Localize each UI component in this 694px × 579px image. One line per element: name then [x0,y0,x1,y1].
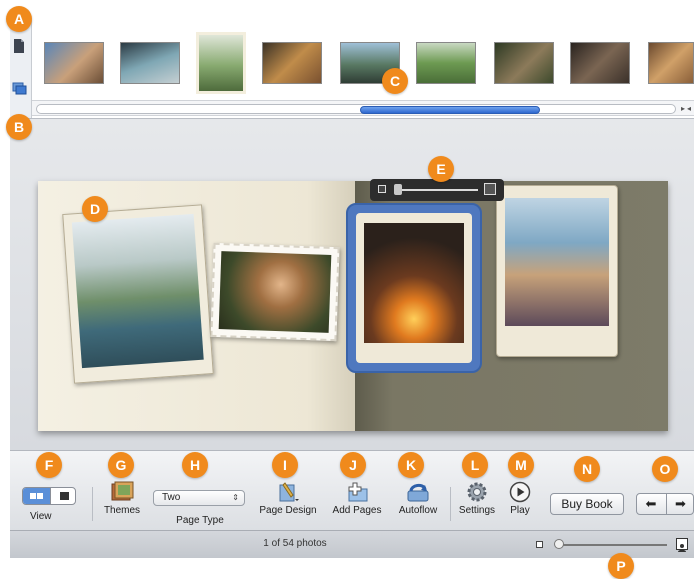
thumb-wood-deck[interactable] [570,42,630,84]
arrow-right-icon[interactable]: ➡ [666,494,693,514]
book-canvas [10,118,694,450]
scroll-thumb[interactable] [360,106,540,114]
settings-button[interactable]: Settings [456,481,498,516]
callout-h: H [182,452,208,478]
buy-book-button[interactable]: Buy Book [550,493,624,515]
add-pages-button[interactable]: Add Pages [328,481,386,516]
thumb-picnic-table[interactable] [494,42,554,84]
toolbar-divider [92,487,93,521]
page-type-select[interactable]: Two ⇕ [153,490,245,506]
autoflow-icon [407,483,429,502]
portrait-photo[interactable] [210,242,340,342]
browser-scrollbar[interactable]: ▸ ◂ [32,100,694,116]
thumb-field-game[interactable] [416,42,476,84]
play-icon [509,481,531,503]
callout-p: P [608,553,634,579]
callout-j: J [340,452,366,478]
toolbar-divider [450,487,451,521]
callout-c: C [382,68,408,94]
page-type-control: Page Type [176,515,224,526]
themes-icon [111,481,134,501]
callout-d: D [82,196,108,222]
large-zoom-icon [676,538,688,552]
cheering-friends-photo[interactable] [496,185,618,357]
photo-stack-icon[interactable] [12,82,30,100]
thumb-rope-swing[interactable] [196,32,246,94]
thumb-boat-dock[interactable] [120,42,180,84]
photo-zoom-popover [370,179,504,201]
view-label: View [30,511,52,522]
callout-a: A [6,6,32,32]
select-arrows-icon: ⇕ [232,493,239,502]
photo-zoom-track[interactable] [394,189,478,191]
thumb-friends-group[interactable] [44,42,104,84]
themes-button[interactable]: Themes [102,481,142,516]
thumbnail-strip [44,32,694,94]
small-photo-icon [378,185,386,193]
photo-zoom-knob[interactable] [394,184,402,195]
small-zoom-icon [536,541,543,548]
add-pages-icon [348,482,368,502]
callout-i: I [272,452,298,478]
view-single-button[interactable] [50,488,75,504]
gear-icon [467,482,487,502]
zoom-slider-knob[interactable] [554,539,564,549]
callout-n: N [574,456,600,482]
large-photo-icon [484,183,496,195]
document-icon[interactable] [12,38,30,56]
scroll-track[interactable] [36,104,676,114]
view-control: View [30,509,52,522]
callout-m: M [508,452,534,478]
callout-e: E [428,156,454,182]
rope-swing-photo[interactable] [62,204,214,384]
thumb-campfire-friends[interactable] [648,42,694,84]
selected-photo-frame[interactable] [346,203,482,373]
autoflow-button[interactable]: Autoflow [394,481,442,516]
zoom-slider-track[interactable] [555,544,667,546]
callout-o: O [652,456,678,482]
play-button[interactable]: Play [504,481,536,516]
thumb-guitar-group[interactable] [262,42,322,84]
scroll-left-arrow-icon[interactable]: ◂ [684,104,694,114]
page-design-icon [279,482,299,502]
arrow-left-icon[interactable]: ⬅ [637,494,665,514]
status-bar: 1 of 54 photos [10,530,694,558]
callout-b: B [6,114,32,140]
callout-l: L [462,452,488,478]
callout-f: F [36,452,62,478]
view-toggle[interactable] [22,487,76,505]
page-navigation: ⬅ ➡ [636,493,694,515]
photo-count: 1 of 54 photos [263,538,327,549]
callout-k: K [398,452,424,478]
view-spread-button[interactable] [23,488,50,504]
photo-browser [0,20,694,130]
page-design-button[interactable]: Page Design [258,481,318,516]
callout-g: G [108,452,134,478]
